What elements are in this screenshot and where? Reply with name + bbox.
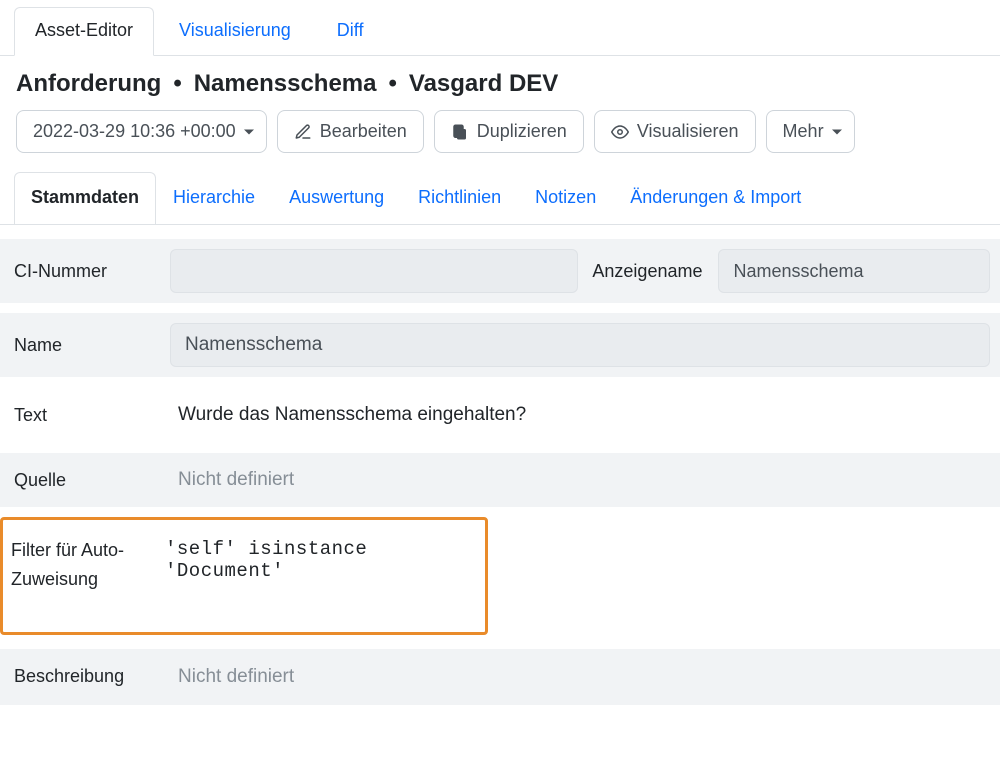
anzeigename-value: Namensschema [718, 249, 990, 293]
date-dropdown[interactable]: 2022-03-29 10:36 +00:00 [16, 110, 267, 153]
row-beschreibung: Beschreibung Nicht definiert [0, 649, 1000, 705]
row-text: Text Wurde das Namensschema eingehalten? [0, 387, 1000, 443]
breadcrumb-item-3: Vasgard DEV [409, 70, 558, 98]
breadcrumb-item-2: Namensschema [194, 70, 377, 98]
tab-notizen[interactable]: Notizen [518, 172, 613, 225]
filter-value: 'self' isinstance 'Document' [157, 532, 477, 588]
copy-icon [451, 123, 469, 141]
name-value: Namensschema [170, 323, 990, 367]
chevron-down-icon [244, 129, 254, 134]
form-area: CI-Nummer Anzeigename Namensschema Name … [0, 225, 1000, 705]
breadcrumb-item-1: Anforderung [16, 70, 161, 98]
tab-richtlinien[interactable]: Richtlinien [401, 172, 518, 225]
inner-tab-bar: Stammdaten Hierarchie Auswertung Richtli… [0, 171, 1000, 225]
ci-number-label: CI-Nummer [10, 257, 170, 286]
row-ci-anzeige: CI-Nummer Anzeigename Namensschema [0, 239, 1000, 303]
breadcrumb-separator: • [388, 70, 396, 98]
breadcrumb: Anforderung • Namensschema • Vasgard DEV [0, 56, 1000, 110]
beschreibung-label: Beschreibung [10, 662, 170, 691]
more-dropdown[interactable]: Mehr [766, 110, 855, 153]
tab-auswertung[interactable]: Auswertung [272, 172, 401, 225]
tab-diff[interactable]: Diff [316, 7, 385, 56]
filter-label: Filter für Auto-Zuweisung [7, 532, 157, 598]
tab-aenderungen[interactable]: Änderungen & Import [613, 172, 818, 225]
visualize-label: Visualisieren [637, 121, 739, 142]
duplicate-button[interactable]: Duplizieren [434, 110, 584, 153]
row-quelle: Quelle Nicht definiert [0, 453, 1000, 507]
filter-highlight-box: Filter für Auto-Zuweisung 'self' isinsta… [0, 517, 488, 635]
quelle-label: Quelle [10, 466, 170, 495]
text-label: Text [10, 401, 170, 430]
ci-number-value [170, 249, 578, 293]
beschreibung-value: Nicht definiert [170, 660, 990, 694]
tab-asset-editor[interactable]: Asset-Editor [14, 7, 154, 56]
date-label: 2022-03-29 10:36 +00:00 [33, 121, 236, 142]
edit-button[interactable]: Bearbeiten [277, 110, 424, 153]
visualize-button[interactable]: Visualisieren [594, 110, 756, 153]
text-value: Wurde das Namensschema eingehalten? [170, 398, 990, 432]
tab-hierarchie[interactable]: Hierarchie [156, 172, 272, 225]
row-name: Name Namensschema [0, 313, 1000, 377]
more-label: Mehr [783, 121, 824, 142]
pencil-icon [294, 123, 312, 141]
tab-stammdaten[interactable]: Stammdaten [14, 172, 156, 225]
anzeigename-label: Anzeigename [578, 257, 706, 286]
breadcrumb-separator: • [173, 70, 181, 98]
chevron-down-icon [832, 129, 842, 134]
eye-icon [611, 123, 629, 141]
edit-label: Bearbeiten [320, 121, 407, 142]
quelle-value: Nicht definiert [170, 463, 990, 497]
toolbar: 2022-03-29 10:36 +00:00 Bearbeiten Dupli… [0, 110, 1000, 169]
tab-visualisierung[interactable]: Visualisierung [158, 7, 312, 56]
duplicate-label: Duplizieren [477, 121, 567, 142]
name-label: Name [10, 331, 170, 360]
top-tab-bar: Asset-Editor Visualisierung Diff [0, 0, 1000, 56]
